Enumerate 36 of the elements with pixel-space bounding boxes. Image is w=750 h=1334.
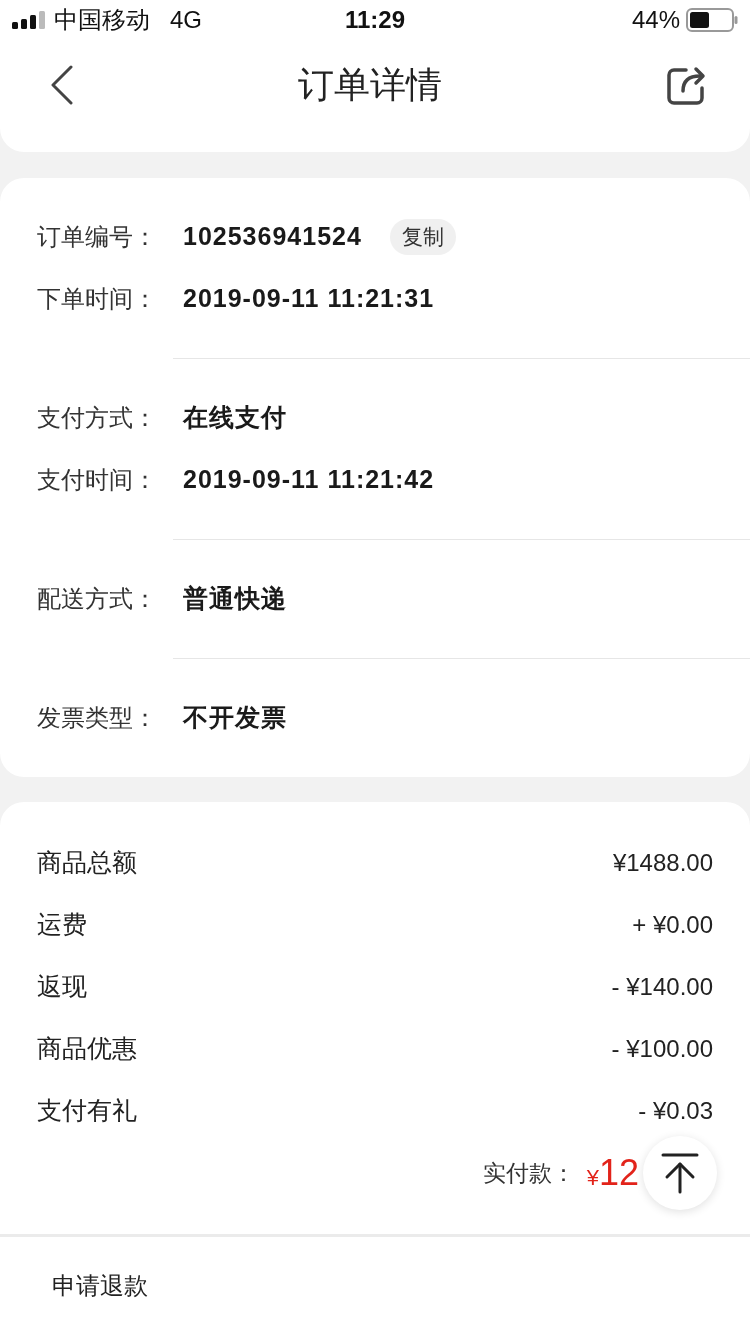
price-value: - ¥100.00 [611, 1034, 713, 1064]
page-title: 订单详情 [298, 63, 442, 107]
carrier-name: 中国移动 [54, 5, 150, 35]
price-value: - ¥0.03 [638, 1096, 713, 1126]
field-value: 普通快递 [183, 583, 287, 615]
field-label: 下单时间： [37, 284, 158, 314]
price-value: - ¥140.00 [611, 972, 713, 1002]
copy-button[interactable]: 复制 [389, 219, 456, 255]
price-label: 支付有礼 [37, 1095, 137, 1127]
battery-percent: 44% [631, 5, 680, 35]
total-label: 实付款： [482, 1158, 575, 1188]
field-value: 不开发票 [183, 702, 287, 734]
clock-time: 11:29 [344, 5, 406, 35]
field-value: 在线支付 [183, 402, 287, 434]
price-label: 商品总额 [37, 847, 137, 879]
field-value: 102536941524 [183, 221, 362, 253]
total-amount: ¥12 [586, 1151, 639, 1195]
field-label: 支付时间： [37, 465, 158, 495]
field-value: 2019-09-11 11:21:31 [183, 283, 435, 315]
back-to-top-button[interactable] [643, 1136, 717, 1210]
field-label: 配送方式： [37, 584, 158, 614]
field-label: 支付方式： [37, 403, 158, 433]
field-label: 发票类型： [37, 703, 158, 733]
price-value: + ¥0.00 [632, 910, 713, 940]
price-label: 商品优惠 [37, 1033, 137, 1065]
price-value: ¥1488.00 [612, 848, 713, 878]
field-value: 2019-09-11 11:21:42 [183, 464, 435, 496]
signal-icon [12, 11, 46, 29]
refund-button[interactable]: 申请退款 [52, 1267, 148, 1304]
share-icon[interactable] [666, 64, 708, 106]
battery-icon [686, 8, 738, 32]
network-type: 4G [170, 5, 202, 35]
field-label: 订单编号： [37, 222, 158, 252]
back-chevron-icon[interactable] [50, 65, 74, 105]
price-label: 返现 [37, 971, 87, 1003]
price-label: 运费 [37, 909, 87, 941]
